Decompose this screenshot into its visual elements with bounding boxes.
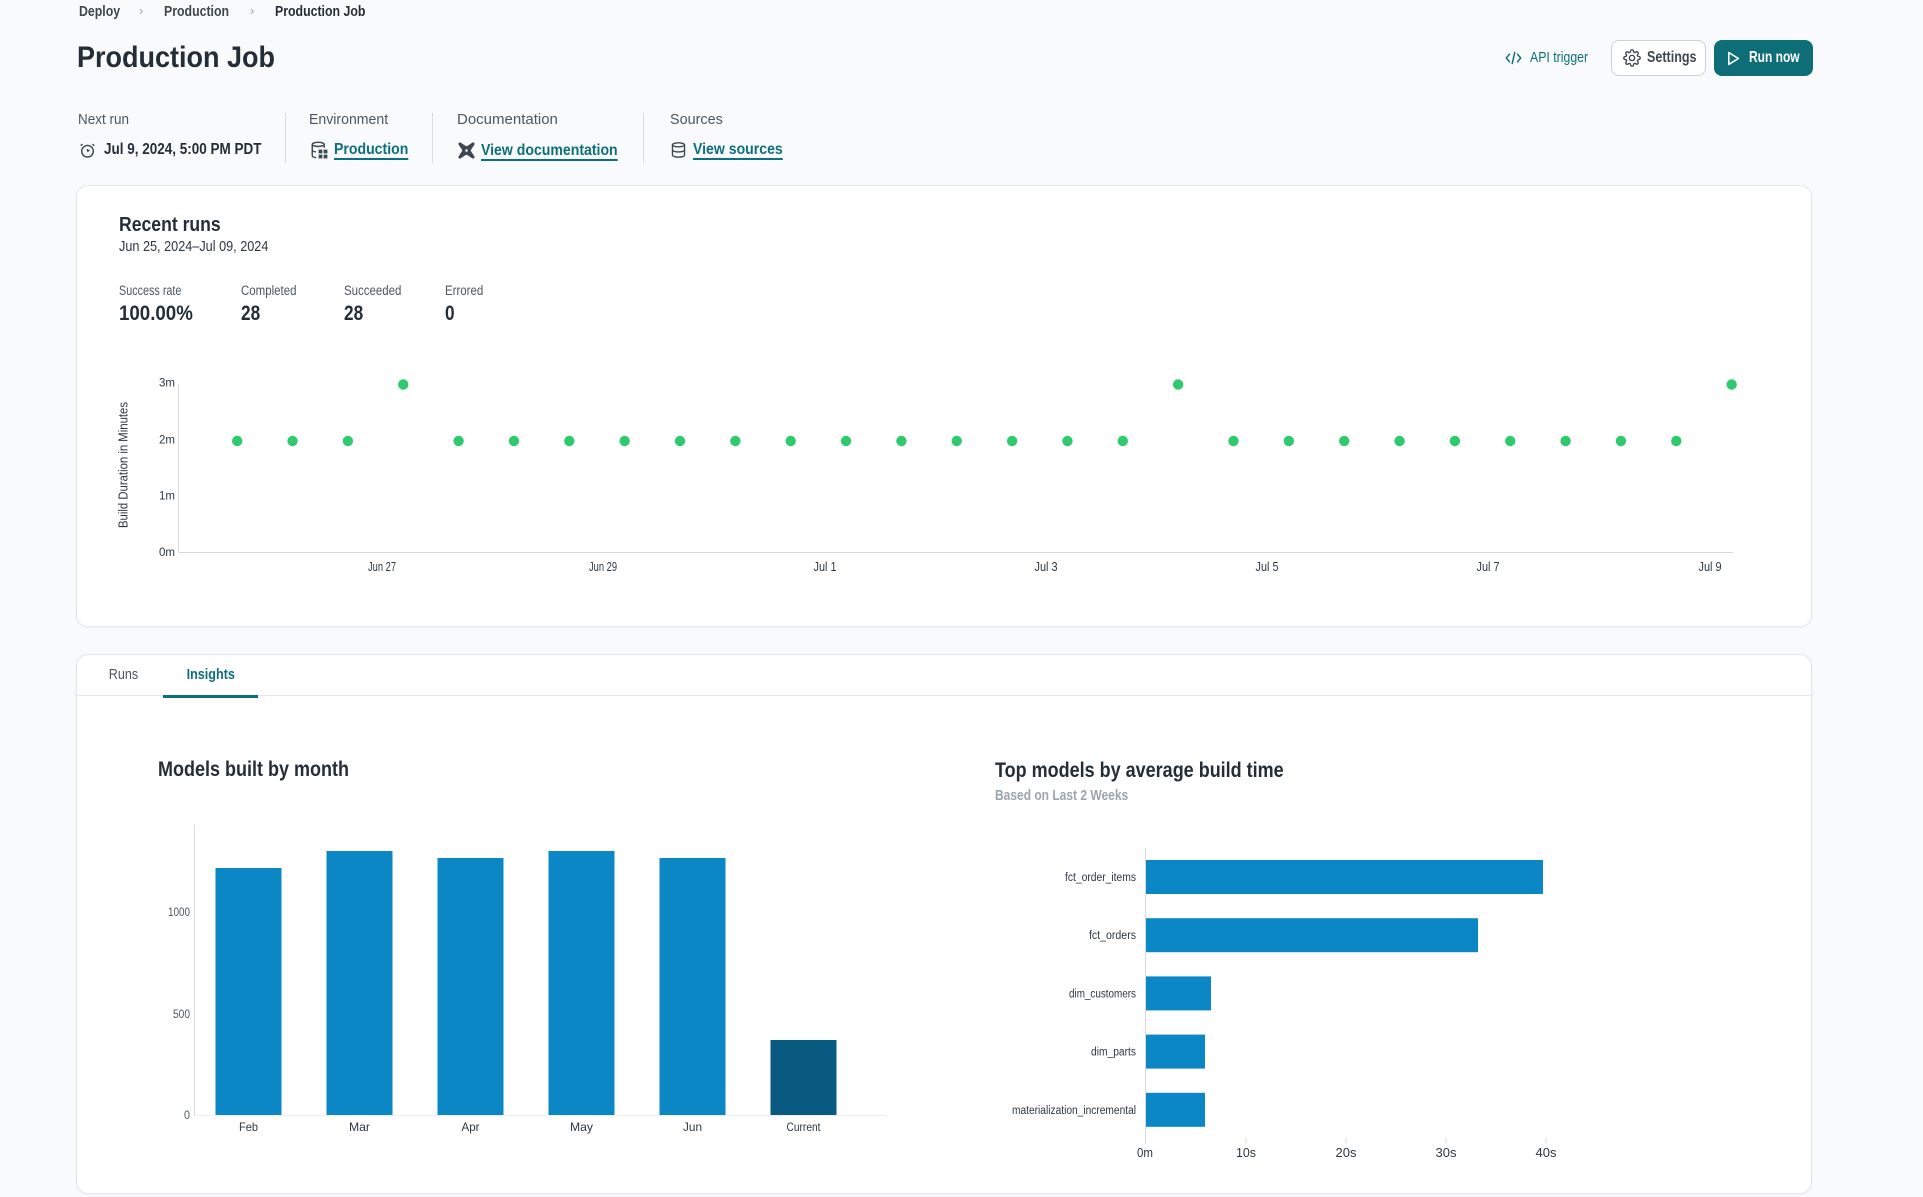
svg-text:Jul 5: Jul 5 <box>1256 560 1279 574</box>
svg-text:Jun 29: Jun 29 <box>589 560 617 574</box>
svg-text:Jul 3: Jul 3 <box>1035 560 1058 574</box>
svg-text:30s: 30s <box>1436 1146 1457 1160</box>
svg-text:dim_customers: dim_customers <box>1069 988 1136 1000</box>
svg-text:Current: Current <box>787 1120 822 1134</box>
svg-text:May: May <box>570 1120 593 1134</box>
svg-text:Jun 27: Jun 27 <box>368 560 396 574</box>
svg-text:fct_order_items: fct_order_items <box>1065 872 1136 884</box>
svg-text:Apr: Apr <box>462 1120 480 1134</box>
svg-text:0: 0 <box>184 1110 190 1122</box>
svg-text:0m: 0m <box>1137 1146 1153 1160</box>
svg-text:fct_orders: fct_orders <box>1089 930 1136 942</box>
svg-text:Jul 1: Jul 1 <box>814 560 837 574</box>
svg-text:3m: 3m <box>159 376 175 390</box>
svg-text:Build Duration in Minutes: Build Duration in Minutes <box>117 402 131 528</box>
svg-text:materialization_incremental: materialization_incremental <box>1012 1105 1136 1117</box>
svg-text:Mar: Mar <box>349 1120 370 1134</box>
svg-text:20s: 20s <box>1336 1146 1357 1160</box>
svg-text:500: 500 <box>173 1009 190 1021</box>
svg-text:Jul 7: Jul 7 <box>1477 560 1500 574</box>
svg-text:2m: 2m <box>159 433 175 447</box>
svg-text:0m: 0m <box>159 545 175 559</box>
svg-text:dim_parts: dim_parts <box>1091 1047 1136 1059</box>
svg-text:10s: 10s <box>1236 1146 1256 1160</box>
svg-text:Jun: Jun <box>683 1120 702 1134</box>
svg-text:Jul 9: Jul 9 <box>1699 560 1722 574</box>
svg-text:Feb: Feb <box>239 1120 258 1134</box>
svg-text:40s: 40s <box>1536 1146 1557 1160</box>
svg-text:1m: 1m <box>159 489 175 503</box>
svg-text:1000: 1000 <box>168 907 190 919</box>
